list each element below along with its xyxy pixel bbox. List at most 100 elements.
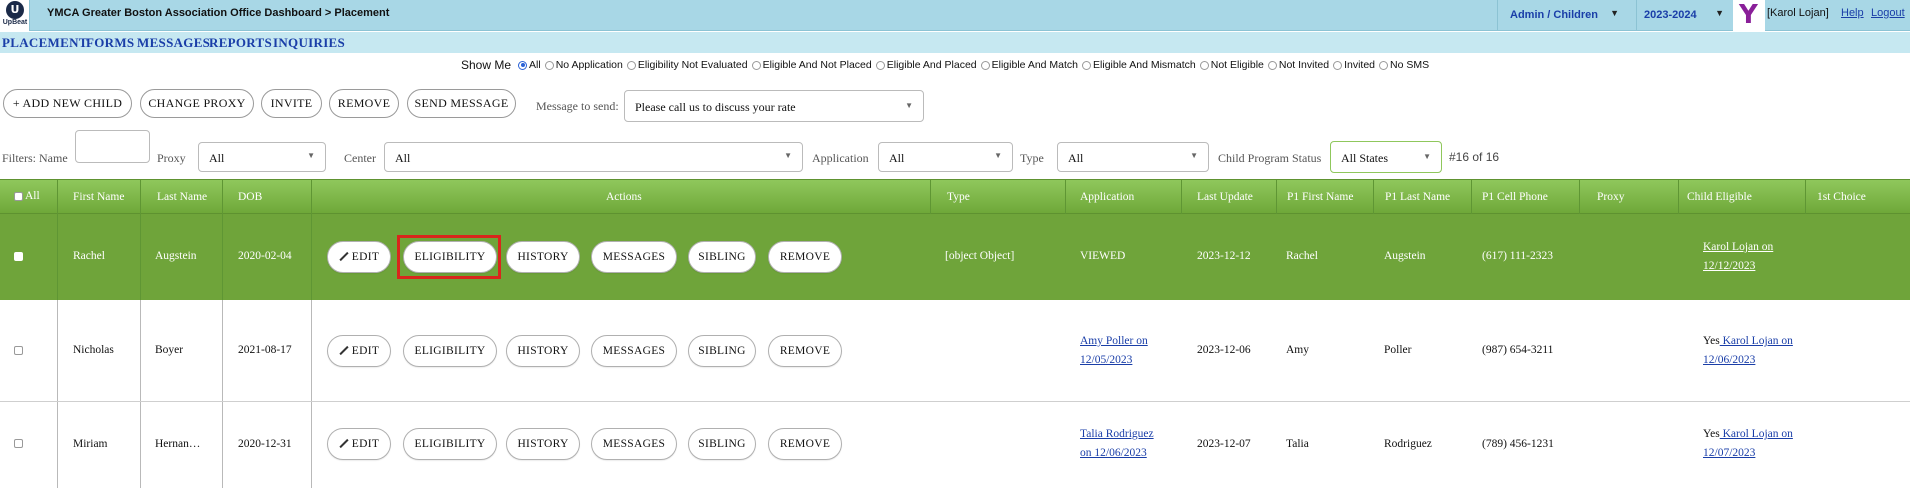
option-label: Eligible And Match [991,59,1079,71]
radio[interactable] [1199,60,1209,70]
application-date-link[interactable]: 12/05/2023 [1080,354,1132,366]
column-header-dob[interactable]: DOB [238,191,262,203]
table-row[interactable]: Nicholas Boyer 2021-08-17 EDIT ELIGIBILI… [0,300,1910,402]
eligible-link[interactable]: Karol Lojan on [1703,241,1773,253]
column-header-child-eligible[interactable]: Child Eligible [1687,191,1752,203]
eligible-link[interactable]: Karol Lojan on [1720,335,1793,347]
nav-forms[interactable]: FORMS [86,35,134,51]
show-me-option-eligible-not-placed[interactable]: Eligible And Not Placed [750,59,872,71]
column-header-proxy[interactable]: Proxy [1597,191,1624,203]
remove-row-button[interactable]: REMOVE [768,241,842,273]
add-new-child-button[interactable]: + ADD NEW CHILD [3,89,132,118]
logout-link[interactable]: Logout [1871,7,1905,19]
history-button[interactable]: HISTORY [506,241,580,273]
remove-row-button[interactable]: REMOVE [768,428,842,460]
radio[interactable] [1333,60,1343,70]
remove-button[interactable]: REMOVE [329,89,399,118]
eligibility-button[interactable]: ELIGIBILITY [403,335,497,367]
invite-button[interactable]: INVITE [261,89,322,118]
application-link[interactable]: Amy Poller on [1080,335,1148,347]
sibling-button[interactable]: SIBLING [688,241,756,273]
cell-last-update: 2023-12-12 [1197,250,1251,262]
upbeat-logo[interactable]: U UpBeat [0,0,30,31]
column-divider [57,300,58,402]
eligible-link[interactable]: Karol Lojan on [1720,428,1793,440]
status-filter-select[interactable]: All States ▼ [1330,141,1442,173]
radio[interactable] [875,60,885,70]
show-me-option-not-invited[interactable]: Not Invited [1266,59,1329,71]
sibling-button[interactable]: SIBLING [688,335,756,367]
row-checkbox[interactable] [14,439,23,448]
cell-p1-cell-phone: (789) 456-1231 [1482,438,1554,450]
radio[interactable] [1379,60,1389,70]
radio[interactable] [626,60,636,70]
column-header-p1-cell-phone[interactable]: P1 Cell Phone [1482,191,1548,203]
application-date-link[interactable]: on 12/06/2023 [1080,447,1147,459]
column-header-p1-first-name[interactable]: P1 First Name [1287,191,1353,203]
year-select[interactable]: 2023-2024 ▼ [1636,0,1732,31]
application-filter-select[interactable]: All ▼ [878,142,1013,172]
table-row[interactable]: Miriam Hernan… 2020-12-31 EDIT ELIGIBILI… [0,402,1910,488]
messages-button[interactable]: MESSAGES [591,335,677,367]
eligible-date-link[interactable]: 12/07/2023 [1703,447,1755,459]
messages-button[interactable]: MESSAGES [591,428,677,460]
history-button[interactable]: HISTORY [506,428,580,460]
table-row[interactable]: Rachel Augstein 2020-02-04 EDIT ELIGIBIL… [0,214,1910,300]
radio[interactable] [544,60,554,70]
change-proxy-button[interactable]: CHANGE PROXY [140,89,254,118]
messages-button[interactable]: MESSAGES [591,241,677,273]
cell-p1-first-name: Amy [1286,344,1309,356]
pencil-icon [339,439,349,449]
nav-messages[interactable]: MESSAGES [137,35,210,51]
eligible-date-link[interactable]: 12/06/2023 [1703,354,1755,366]
show-me-option-no-application[interactable]: No Application [543,59,623,71]
column-header-last-name[interactable]: Last Name [157,191,207,203]
sibling-button[interactable]: SIBLING [688,428,756,460]
edit-button[interactable]: EDIT [327,428,391,460]
show-me-option-eligible-mismatch[interactable]: Eligible And Mismatch [1080,59,1196,71]
show-me-option-all[interactable]: All [516,59,541,71]
history-button[interactable]: HISTORY [506,335,580,367]
radio[interactable] [1082,60,1092,70]
eligible-date-link[interactable]: 12/12/2023 [1703,260,1755,272]
eligible-status: Yes [1703,428,1720,440]
proxy-filter-select[interactable]: All ▼ [198,142,326,172]
radio[interactable] [980,60,990,70]
button-label: EDIT [351,251,380,263]
column-header-first-name[interactable]: First Name [73,191,124,203]
column-header-application[interactable]: Application [1080,191,1134,203]
nav-placement[interactable]: PLACEMENT [2,35,88,51]
message-select[interactable]: Please call us to discuss your rate ▼ [624,90,924,122]
select-all-checkbox[interactable] [14,192,23,201]
type-filter-select[interactable]: All ▼ [1057,142,1209,172]
role-select[interactable]: Admin / Children ▼ [1497,0,1629,31]
row-checkbox[interactable] [14,252,23,261]
row-checkbox[interactable] [14,346,23,355]
name-filter-input[interactable] [75,130,150,163]
button-label: EDIT [351,438,380,450]
radio[interactable] [1267,60,1277,70]
application-link[interactable]: Talia Rodriguez [1080,428,1154,440]
show-me-option-eligibility-not-evaluated[interactable]: Eligibility Not Evaluated [625,59,748,71]
column-header-last-update[interactable]: Last Update [1197,191,1253,203]
nav-reports[interactable]: REPORTS [209,35,272,51]
send-message-button[interactable]: SEND MESSAGE [407,89,516,118]
eligibility-button[interactable]: ELIGIBILITY [403,428,497,460]
show-me-option-not-eligible[interactable]: Not Eligible [1198,59,1264,71]
show-me-option-invited[interactable]: Invited [1331,59,1375,71]
radio-selected[interactable] [518,60,528,70]
remove-row-button[interactable]: REMOVE [768,335,842,367]
edit-button[interactable]: EDIT [327,335,391,367]
show-me-option-eligible-match[interactable]: Eligible And Match [979,59,1078,71]
edit-button[interactable]: EDIT [327,241,391,273]
column-header-type[interactable]: Type [947,191,970,203]
column-header-1st-choice[interactable]: 1st Choice [1817,191,1866,203]
show-me-option-eligible-placed[interactable]: Eligible And Placed [874,59,977,71]
column-header-p1-last-name[interactable]: P1 Last Name [1385,191,1450,203]
nav-inquiries[interactable]: INQUIRIES [273,35,345,51]
show-me-option-no-sms[interactable]: No SMS [1377,59,1429,71]
center-filter-select[interactable]: All ▼ [384,142,803,172]
help-link[interactable]: Help [1841,7,1864,19]
radio[interactable] [751,60,761,70]
cell-dob: 2020-02-04 [238,250,292,262]
